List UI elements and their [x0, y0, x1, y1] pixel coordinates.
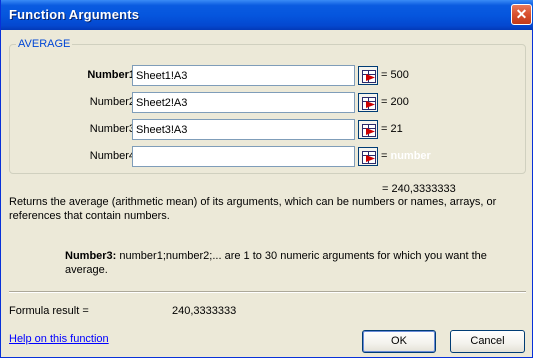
dialog-title: Function Arguments [9, 7, 140, 22]
function-description: Returns the average (arithmetic mean) of… [9, 196, 497, 222]
argument-row-number1: Number1 = 500 [10, 65, 527, 86]
argument-description-name: Number3: [65, 250, 117, 262]
argument-value: = number [381, 150, 431, 162]
argument-label: Number4 [89, 150, 135, 162]
function-name: AVERAGE [16, 38, 73, 50]
argument-label: Number1 [87, 69, 135, 81]
argument-value: = 21 [381, 123, 403, 135]
title-bar[interactable]: Function Arguments ✕ [1, 0, 533, 30]
number2-input[interactable] [132, 92, 355, 113]
argument-row-number2: Number2 = 200 [10, 92, 527, 113]
argument-row-number3: Number3 = 21 [10, 119, 527, 140]
argument-description-text: number1;number2;... are 1 to 30 numeric … [65, 250, 487, 276]
argument-value: = 200 [381, 96, 409, 108]
number4-input[interactable] [132, 146, 355, 167]
number4-ref-button[interactable] [358, 147, 378, 166]
function-result: = 240,3333333 [382, 183, 456, 195]
argument-type-hint: number [390, 150, 431, 162]
argument-description: Number3: number1;number2;... are 1 to 30… [65, 249, 525, 277]
help-link[interactable]: Help on this function [9, 333, 109, 345]
number3-input[interactable] [132, 119, 355, 140]
formula-result-value: 240,3333333 [172, 305, 237, 317]
number1-ref-button[interactable] [358, 66, 378, 85]
cancel-button[interactable]: Cancel [450, 330, 525, 353]
formula-result-label: Formula result = [9, 305, 89, 317]
number2-ref-button[interactable] [358, 93, 378, 112]
arguments-group: AVERAGE Number1 = 500 Number2 = 200 Numb… [9, 38, 527, 174]
argument-value: = 500 [381, 69, 409, 81]
divider [9, 291, 526, 293]
close-icon: ✕ [515, 6, 528, 22]
argument-row-number4: Number4 = number [10, 146, 527, 167]
number1-input[interactable] [132, 65, 355, 86]
argument-label: Number3 [89, 123, 135, 135]
function-arguments-dialog: Function Arguments ✕ AVERAGE Number1 = 5… [0, 0, 533, 358]
close-button[interactable]: ✕ [511, 4, 532, 25]
argument-label: Number2 [89, 96, 135, 108]
number3-ref-button[interactable] [358, 120, 378, 139]
ok-button[interactable]: OK [362, 330, 436, 353]
